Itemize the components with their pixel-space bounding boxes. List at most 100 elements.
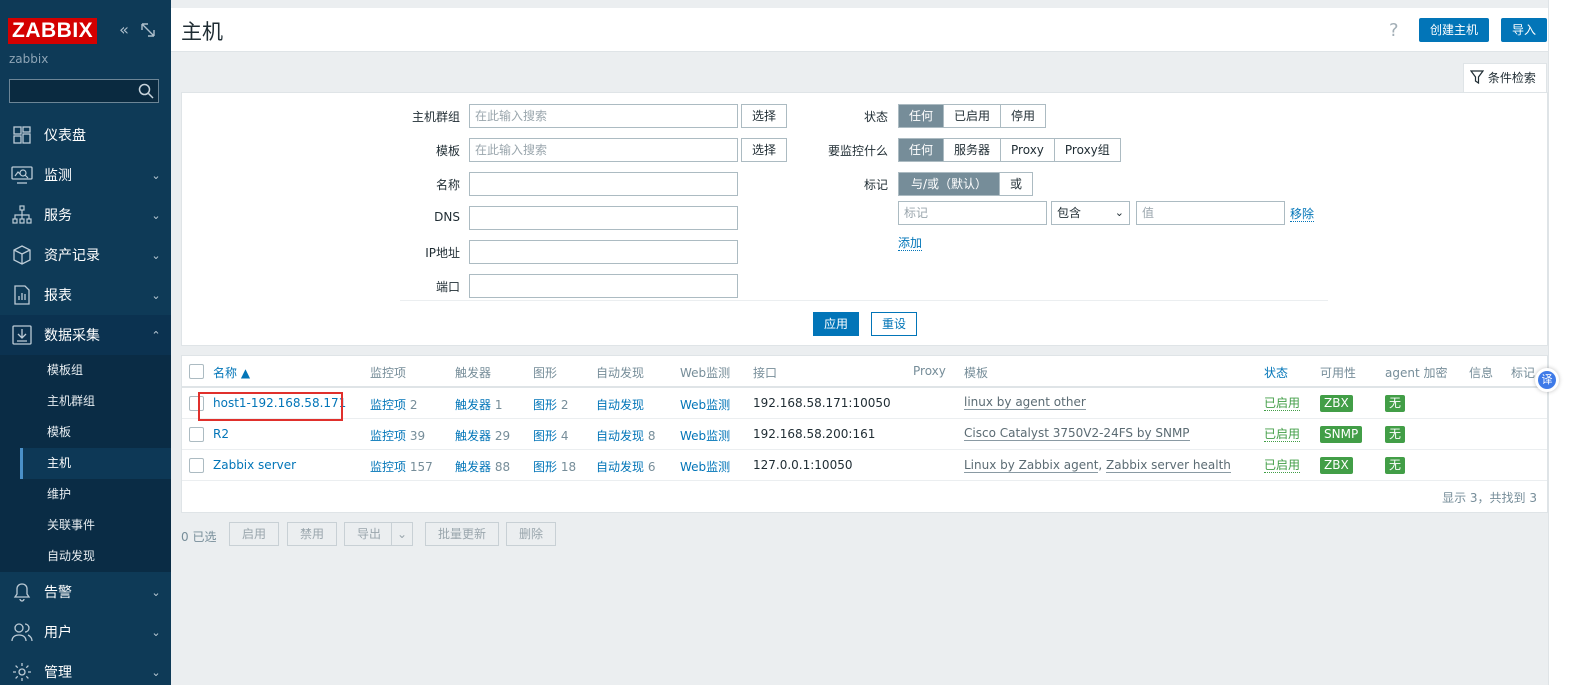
mass-update-button[interactable]: 批量更新 xyxy=(425,522,500,546)
menu-item-administration[interactable]: 管理 ⌄ xyxy=(0,652,171,685)
remove-tag-link[interactable]: 移除 xyxy=(1290,207,1315,222)
graphs-link[interactable]: 图形 4 xyxy=(533,427,568,444)
template-link[interactable]: Cisco Catalyst 3750V2-24FS by SNMP xyxy=(964,426,1190,441)
template-link[interactable]: Linux by Zabbix agent xyxy=(964,458,1099,473)
monitored-by-option-server[interactable]: 服务器 xyxy=(944,139,1002,161)
template-link[interactable]: Zabbix server health xyxy=(1106,458,1231,473)
data-collection-icon xyxy=(0,325,44,345)
select-all-checkbox[interactable] xyxy=(189,364,204,379)
help-icon[interactable]: ? xyxy=(1389,20,1399,41)
server-name: zabbix xyxy=(9,52,49,66)
menu-item-dashboard[interactable]: 仪表盘 xyxy=(0,115,171,155)
submenu-item-host-groups[interactable]: 主机群组 xyxy=(20,386,171,417)
column-status[interactable]: 状态 xyxy=(1264,364,1288,381)
tag-name-input[interactable]: 标记 xyxy=(898,201,1047,225)
status-value[interactable]: 已启用 xyxy=(1264,396,1301,411)
status-value[interactable]: 已启用 xyxy=(1264,458,1301,473)
triggers-link[interactable]: 触发器 29 xyxy=(455,427,510,444)
main-menu: 仪表盘 监测 ⌄ 服务 ⌄ 资产记录 ⌄ 报表 ⌄ 数据采集 ⌃ 模板组 主机群… xyxy=(0,115,171,685)
monitored-by-option-proxy-group[interactable]: Proxy组 xyxy=(1055,139,1120,161)
row-checkbox[interactable] xyxy=(189,458,204,473)
row-checkbox[interactable] xyxy=(189,396,204,411)
translate-bubble[interactable]: 译 xyxy=(1535,368,1559,392)
status-option-enabled[interactable]: 已启用 xyxy=(944,105,1002,127)
tag-operator-select[interactable]: 包含 ⌄ xyxy=(1051,201,1130,225)
selected-count: 0 已选 xyxy=(181,530,217,544)
host-group-input[interactable]: 在此输入搜索 xyxy=(469,104,738,128)
menu-item-alerts[interactable]: 告警 ⌄ xyxy=(0,572,171,612)
discovery-link[interactable]: 自动发现 6 xyxy=(596,458,655,475)
delete-button[interactable]: 删除 xyxy=(506,522,557,546)
menu-item-users[interactable]: 用户 ⌄ xyxy=(0,612,171,652)
apply-button[interactable]: 应用 xyxy=(813,312,860,336)
items-link[interactable]: 监控项 39 xyxy=(370,427,425,444)
template-link[interactable]: linux by agent other xyxy=(964,395,1086,410)
template-label: 模板 xyxy=(435,144,460,158)
tags-option-or[interactable]: 或 xyxy=(1000,173,1032,195)
web-link[interactable]: Web监测 xyxy=(680,396,730,413)
column-encryption: agent 加密 xyxy=(1385,366,1448,380)
submenu-item-template-groups[interactable]: 模板组 xyxy=(20,355,171,386)
host-name-link[interactable]: host1-192.168.58.171 xyxy=(213,396,346,410)
column-info: 信息 xyxy=(1469,366,1494,380)
host-name-link[interactable]: R2 xyxy=(213,427,229,441)
monitored-by-option-proxy[interactable]: Proxy xyxy=(1001,139,1055,161)
discovery-link[interactable]: 自动发现 xyxy=(596,396,644,413)
tag-value-input[interactable]: 值 xyxy=(1136,201,1285,225)
import-button[interactable]: 导入 xyxy=(1501,18,1548,42)
ip-input[interactable] xyxy=(469,240,738,264)
status-option-any[interactable]: 任何 xyxy=(899,105,945,127)
scrollbar-area[interactable] xyxy=(1548,0,1577,685)
tags-option-and-or[interactable]: 与/或（默认） xyxy=(899,173,1001,195)
monitored-by-option-any[interactable]: 任何 xyxy=(899,139,945,161)
graphs-link[interactable]: 图形 2 xyxy=(533,396,568,413)
export-dropdown-button[interactable]: ⌄ xyxy=(391,522,414,546)
status-option-disabled[interactable]: 停用 xyxy=(1001,105,1045,127)
collapse-sidebar-icon[interactable]: « xyxy=(114,20,134,40)
enable-button[interactable]: 启用 xyxy=(229,522,280,546)
submenu-item-event-correlation[interactable]: 关联事件 xyxy=(20,510,171,541)
filter-tab[interactable]: 条件检索 xyxy=(1463,63,1547,93)
export-button[interactable]: 导出 xyxy=(344,522,395,546)
reset-button[interactable]: 重设 xyxy=(871,312,918,336)
template-select-button[interactable]: 选择 xyxy=(741,138,788,162)
items-link[interactable]: 监控项 157 xyxy=(370,458,433,475)
host-name-link[interactable]: Zabbix server xyxy=(213,458,296,472)
column-name[interactable]: 名称 ▲ xyxy=(213,364,250,381)
menu-item-services[interactable]: 服务 ⌄ xyxy=(0,195,171,235)
submenu-item-templates[interactable]: 模板 xyxy=(20,417,171,448)
kiosk-mode-icon[interactable] xyxy=(138,20,158,40)
graphs-link[interactable]: 图形 18 xyxy=(533,458,576,475)
column-discovery: 自动发现 xyxy=(596,366,645,380)
submenu-item-hosts[interactable]: 主机 xyxy=(20,448,171,479)
menu-item-data-collection[interactable]: 数据采集 ⌃ xyxy=(0,315,171,355)
ip-label: IP地址 xyxy=(425,246,460,260)
interface-value: 192.168.58.200:161 xyxy=(753,427,876,441)
menu-item-reports[interactable]: 报表 ⌄ xyxy=(0,275,171,315)
web-link[interactable]: Web监测 xyxy=(680,458,730,475)
name-input[interactable] xyxy=(469,172,738,196)
disable-button[interactable]: 禁用 xyxy=(287,522,338,546)
search-icon[interactable] xyxy=(138,83,154,99)
web-link[interactable]: Web监测 xyxy=(680,427,730,444)
host-group-select-button[interactable]: 选择 xyxy=(741,104,788,128)
dns-input[interactable] xyxy=(469,206,738,230)
menu-item-monitoring[interactable]: 监测 ⌄ xyxy=(0,155,171,195)
triggers-link[interactable]: 触发器 1 xyxy=(455,396,502,413)
filter-divider xyxy=(400,300,1328,301)
template-input[interactable]: 在此输入搜索 xyxy=(469,138,738,162)
add-tag-link[interactable]: 添加 xyxy=(898,236,923,251)
discovery-link[interactable]: 自动发现 8 xyxy=(596,427,655,444)
port-input[interactable] xyxy=(469,274,738,298)
submenu-item-discovery[interactable]: 自动发现 xyxy=(20,541,171,572)
menu-item-inventory[interactable]: 资产记录 ⌄ xyxy=(0,235,171,275)
create-host-button[interactable]: 创建主机 xyxy=(1419,18,1490,42)
sidebar-search-input[interactable] xyxy=(9,79,159,103)
status-value[interactable]: 已启用 xyxy=(1264,427,1301,442)
row-checkbox[interactable] xyxy=(189,427,204,442)
items-link[interactable]: 监控项 2 xyxy=(370,396,417,413)
column-web: Web监测 xyxy=(680,366,731,380)
triggers-link[interactable]: 触发器 88 xyxy=(455,458,510,475)
zabbix-logo[interactable]: ZABBIX xyxy=(8,18,98,44)
submenu-item-maintenance[interactable]: 维护 xyxy=(20,479,171,510)
